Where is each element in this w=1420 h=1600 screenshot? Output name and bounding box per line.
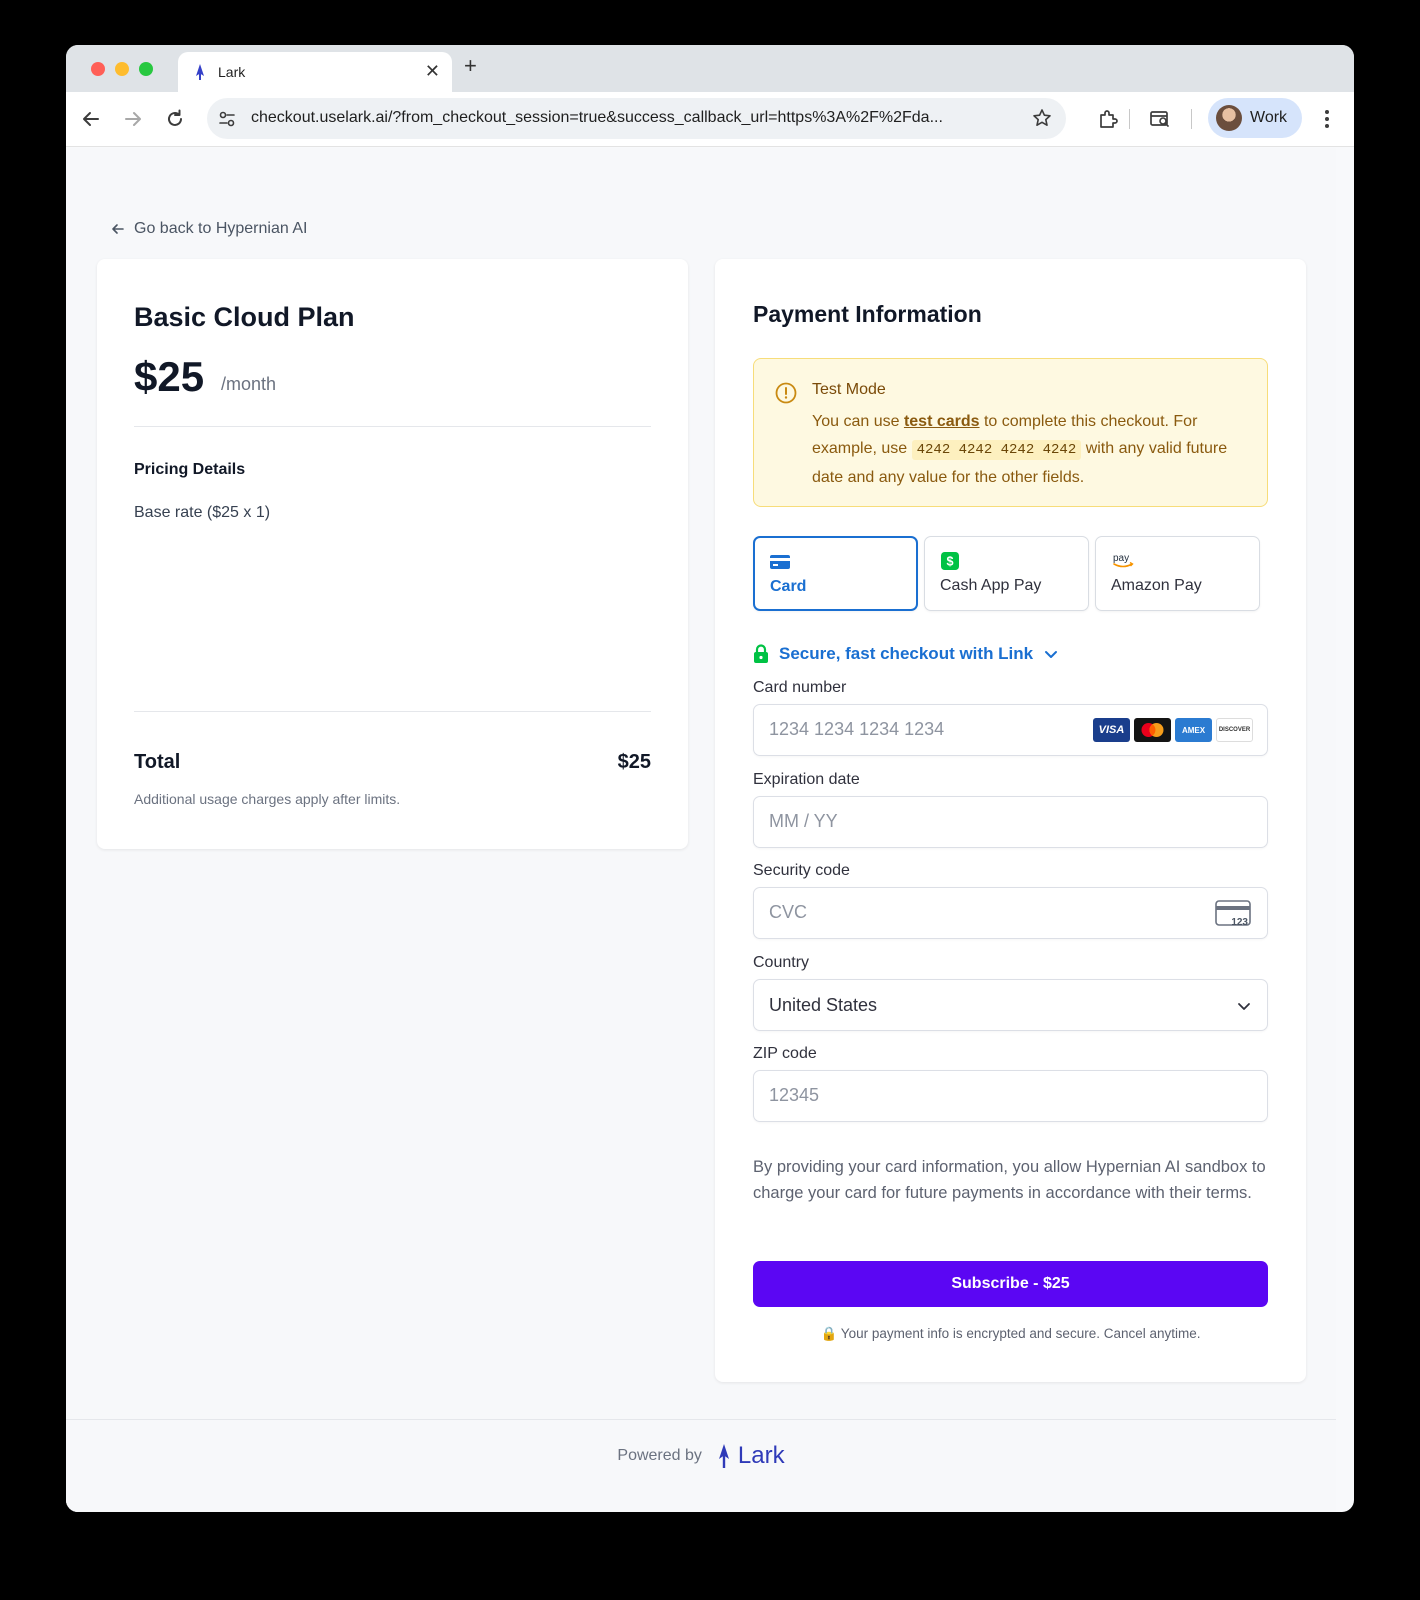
test-cards-link[interactable]: test cards	[904, 413, 980, 430]
tab-close-icon[interactable]: ✕	[425, 61, 440, 81]
chevron-down-icon	[1045, 651, 1058, 658]
payment-card: Payment Information Test Mode You can us…	[715, 259, 1306, 1382]
close-window-button[interactable]	[91, 62, 105, 76]
new-tab-button[interactable]: +	[464, 54, 477, 78]
base-rate-line: Base rate ($25 x 1)	[134, 504, 271, 521]
back-link-label: Go back to Hypernian AI	[134, 220, 308, 237]
lark-bird-icon	[718, 1444, 729, 1468]
card-number-field[interactable]: VISA AMEX DISCOVER	[753, 704, 1268, 756]
svg-text:$: $	[946, 555, 953, 569]
mastercard-icon	[1134, 718, 1171, 742]
method-label: Card	[770, 578, 807, 595]
credit-card-icon	[770, 555, 790, 569]
payment-method-amazon-pay[interactable]: pay Amazon Pay	[1095, 536, 1260, 611]
test-mode-title: Test Mode	[812, 381, 886, 398]
card-brands: VISA AMEX DISCOVER	[1093, 718, 1253, 742]
country-label: Country	[753, 954, 810, 971]
link-checkout-label: Secure, fast checkout with Link	[779, 644, 1034, 663]
total-label: Total	[134, 751, 181, 773]
address-bar[interactable]: checkout.uselark.ai/?from_checkout_sessi…	[207, 98, 1066, 139]
card-number-input[interactable]	[769, 719, 1089, 740]
url-text[interactable]: checkout.uselark.ai/?from_checkout_sessi…	[251, 109, 1011, 127]
powered-by: Powered by Lark	[66, 1442, 1336, 1470]
total-value: $25	[617, 751, 651, 773]
cvc-input[interactable]	[769, 902, 1089, 923]
payment-title: Payment Information	[753, 301, 982, 327]
extensions-puzzle-icon[interactable]	[1096, 107, 1120, 131]
bookmark-star-icon[interactable]	[1032, 108, 1052, 128]
payment-method-card[interactable]: Card	[753, 536, 918, 611]
browser-window: Lark ✕ + checkout.uselark.ai/?from_check…	[66, 45, 1354, 1512]
back-arrow-icon[interactable]	[80, 108, 102, 130]
zip-field[interactable]	[753, 1070, 1268, 1122]
link-checkout-toggle[interactable]: Secure, fast checkout with Link	[753, 644, 1059, 664]
toolbar-separator	[1191, 109, 1192, 129]
discover-icon: DISCOVER	[1216, 718, 1253, 742]
warning-circle-icon	[775, 382, 797, 404]
expiration-field[interactable]	[753, 796, 1268, 848]
browser-toolbar: checkout.uselark.ai/?from_checkout_sessi…	[66, 92, 1354, 147]
method-label: Amazon Pay	[1111, 577, 1202, 594]
forward-arrow-icon[interactable]	[122, 108, 144, 130]
browser-menu-icon[interactable]	[1323, 106, 1331, 132]
avatar	[1216, 105, 1242, 131]
plan-name: Basic Cloud Plan	[134, 302, 355, 332]
expiration-label: Expiration date	[753, 771, 860, 788]
zip-input[interactable]	[769, 1085, 1089, 1106]
subscribe-button[interactable]: Subscribe - $25	[753, 1261, 1268, 1307]
test-card-number: 4242 4242 4242 4242	[911, 440, 1082, 460]
security-code-field[interactable]: 123	[753, 887, 1268, 939]
payment-method-cash-app[interactable]: $ Cash App Pay	[924, 536, 1089, 611]
cash-app-icon: $	[941, 552, 959, 570]
lark-favicon-icon	[196, 64, 204, 80]
site-settings-icon[interactable]	[217, 109, 237, 129]
expiration-input[interactable]	[769, 811, 1089, 832]
plan-price: $25	[134, 353, 205, 400]
svg-text:123: 123	[1231, 917, 1248, 928]
lark-wordmark: Lark	[737, 1442, 785, 1469]
divider	[134, 426, 651, 427]
zip-label: ZIP code	[753, 1045, 817, 1062]
minimize-window-button[interactable]	[115, 62, 129, 76]
amex-icon: AMEX	[1175, 718, 1212, 742]
divider	[134, 711, 651, 712]
country-select[interactable]: United States	[753, 979, 1268, 1031]
chevron-down-icon	[1238, 1003, 1250, 1010]
back-link[interactable]: Go back to Hypernian AI	[110, 220, 307, 238]
lock-icon	[754, 644, 768, 663]
browser-tab[interactable]: Lark ✕	[178, 52, 452, 92]
method-label: Cash App Pay	[940, 577, 1042, 594]
usage-note: Additional usage charges apply after lim…	[134, 791, 401, 807]
pricing-details-title: Pricing Details	[134, 461, 246, 478]
profile-button[interactable]: Work	[1208, 98, 1302, 138]
svg-text:pay: pay	[1113, 553, 1129, 564]
tab-search-icon[interactable]	[1148, 107, 1172, 131]
arrow-left-icon	[112, 224, 124, 234]
security-code-label: Security code	[753, 862, 850, 879]
card-number-label: Card number	[753, 679, 847, 696]
test-mode-text: You can use test cards to complete this …	[812, 413, 1228, 486]
powered-by-label: Powered by	[617, 1447, 702, 1464]
footer: Powered by Lark	[66, 1419, 1336, 1512]
reload-icon[interactable]	[164, 108, 186, 130]
secure-note: 🔒 Your payment info is encrypted and sec…	[820, 1326, 1201, 1341]
consent-text: By providing your card information, you …	[753, 1158, 1266, 1202]
profile-label: Work	[1250, 109, 1288, 126]
country-value: United States	[769, 995, 878, 1015]
lark-logo[interactable]: Lark	[714, 1442, 785, 1470]
tab-title: Lark	[218, 64, 246, 80]
test-mode-banner: Test Mode You can use test cards to comp…	[753, 358, 1268, 507]
amazon-pay-icon: pay	[1113, 553, 1134, 568]
cvc-card-icon: 123	[1215, 900, 1251, 928]
toolbar-separator	[1129, 109, 1130, 129]
visa-icon: VISA	[1093, 718, 1130, 742]
tab-strip: Lark ✕ +	[66, 45, 1354, 92]
maximize-window-button[interactable]	[139, 62, 153, 76]
checkout-page: Go back to Hypernian AI Basic Cloud Plan…	[66, 148, 1336, 1512]
plan-summary-card: Basic Cloud Plan $25 /month Pricing Deta…	[97, 259, 688, 849]
billing-period: /month	[221, 374, 277, 394]
